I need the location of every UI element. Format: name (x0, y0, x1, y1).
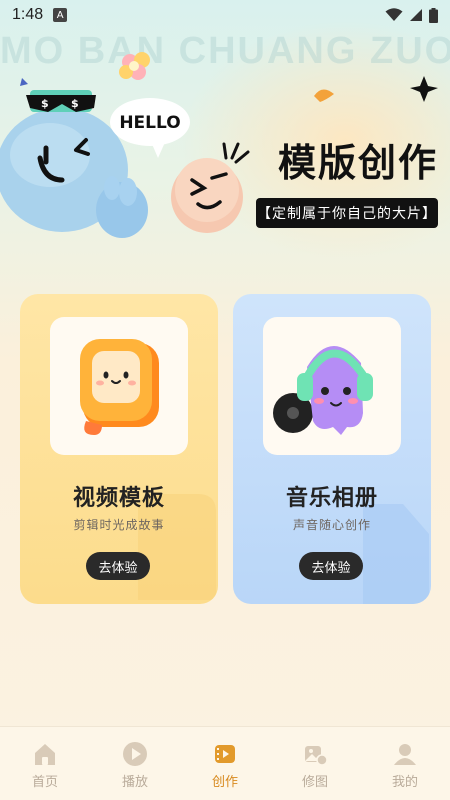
sparkle-icon (410, 76, 438, 102)
music-album-thumbnail (263, 317, 401, 455)
peach-character (171, 142, 250, 233)
svg-text:$: $ (41, 97, 49, 110)
nav-item-profile[interactable]: 我的 (370, 741, 440, 790)
page-tagline: 【定制属于你自己的大片】 (256, 198, 438, 228)
video-template-card[interactable]: 视频模板 剪辑时光成故事 去体验 (20, 294, 218, 604)
toast-character-icon (80, 339, 159, 435)
card-title: 音乐相册 (285, 486, 378, 511)
page-title: 模版创作 (278, 141, 439, 185)
battery-icon (429, 7, 438, 23)
nav-label: 我的 (391, 775, 418, 790)
wifi-icon (385, 8, 403, 21)
nav-label: 首页 (31, 775, 58, 790)
card-title: 视频模板 (72, 486, 165, 511)
nav-label: 创作 (211, 775, 238, 790)
nav-label: 播放 (121, 775, 148, 790)
video-template-thumbnail (50, 317, 188, 455)
profile-icon (394, 744, 416, 765)
music-album-card[interactable]: 音乐相册 声音随心创作 去体验 (233, 294, 431, 604)
signal-icon (410, 9, 422, 21)
status-bar: 1:48 A (0, 0, 450, 30)
headphone-character-icon (273, 345, 373, 435)
svg-text:$: $ (71, 97, 79, 110)
nav-item-edit-image[interactable]: 修图 (280, 741, 350, 790)
card-subtitle: 声音随心创作 (292, 518, 371, 532)
flower-icon (119, 52, 150, 80)
try-music-album-button[interactable]: 去体验 (299, 552, 363, 580)
leaf-icon (314, 89, 334, 102)
try-video-template-button[interactable]: 去体验 (86, 552, 150, 580)
notification-icon: A (53, 8, 68, 22)
card-subtitle: 剪辑时光成故事 (73, 518, 165, 532)
nav-item-home[interactable]: 首页 (10, 741, 80, 790)
sunglasses-icon: $ $ (20, 78, 96, 112)
edit-image-icon (305, 746, 328, 766)
home-icon (35, 744, 55, 765)
play-icon (123, 742, 147, 766)
status-icons (385, 7, 438, 23)
creation-screen: 1:48 A MO BAN CHUANG ZUO $ $ HELLO 模版创作 … (0, 0, 450, 800)
status-time: 1:48 (12, 6, 44, 23)
nav-item-create[interactable]: 创作 (190, 741, 260, 790)
hello-text: HELLO (119, 113, 180, 133)
bottom-nav: 首页 播放 创作 修图 我的 (0, 726, 450, 800)
nav-label: 修图 (301, 775, 328, 790)
nav-item-play[interactable]: 播放 (100, 741, 170, 790)
create-icon (215, 745, 235, 763)
